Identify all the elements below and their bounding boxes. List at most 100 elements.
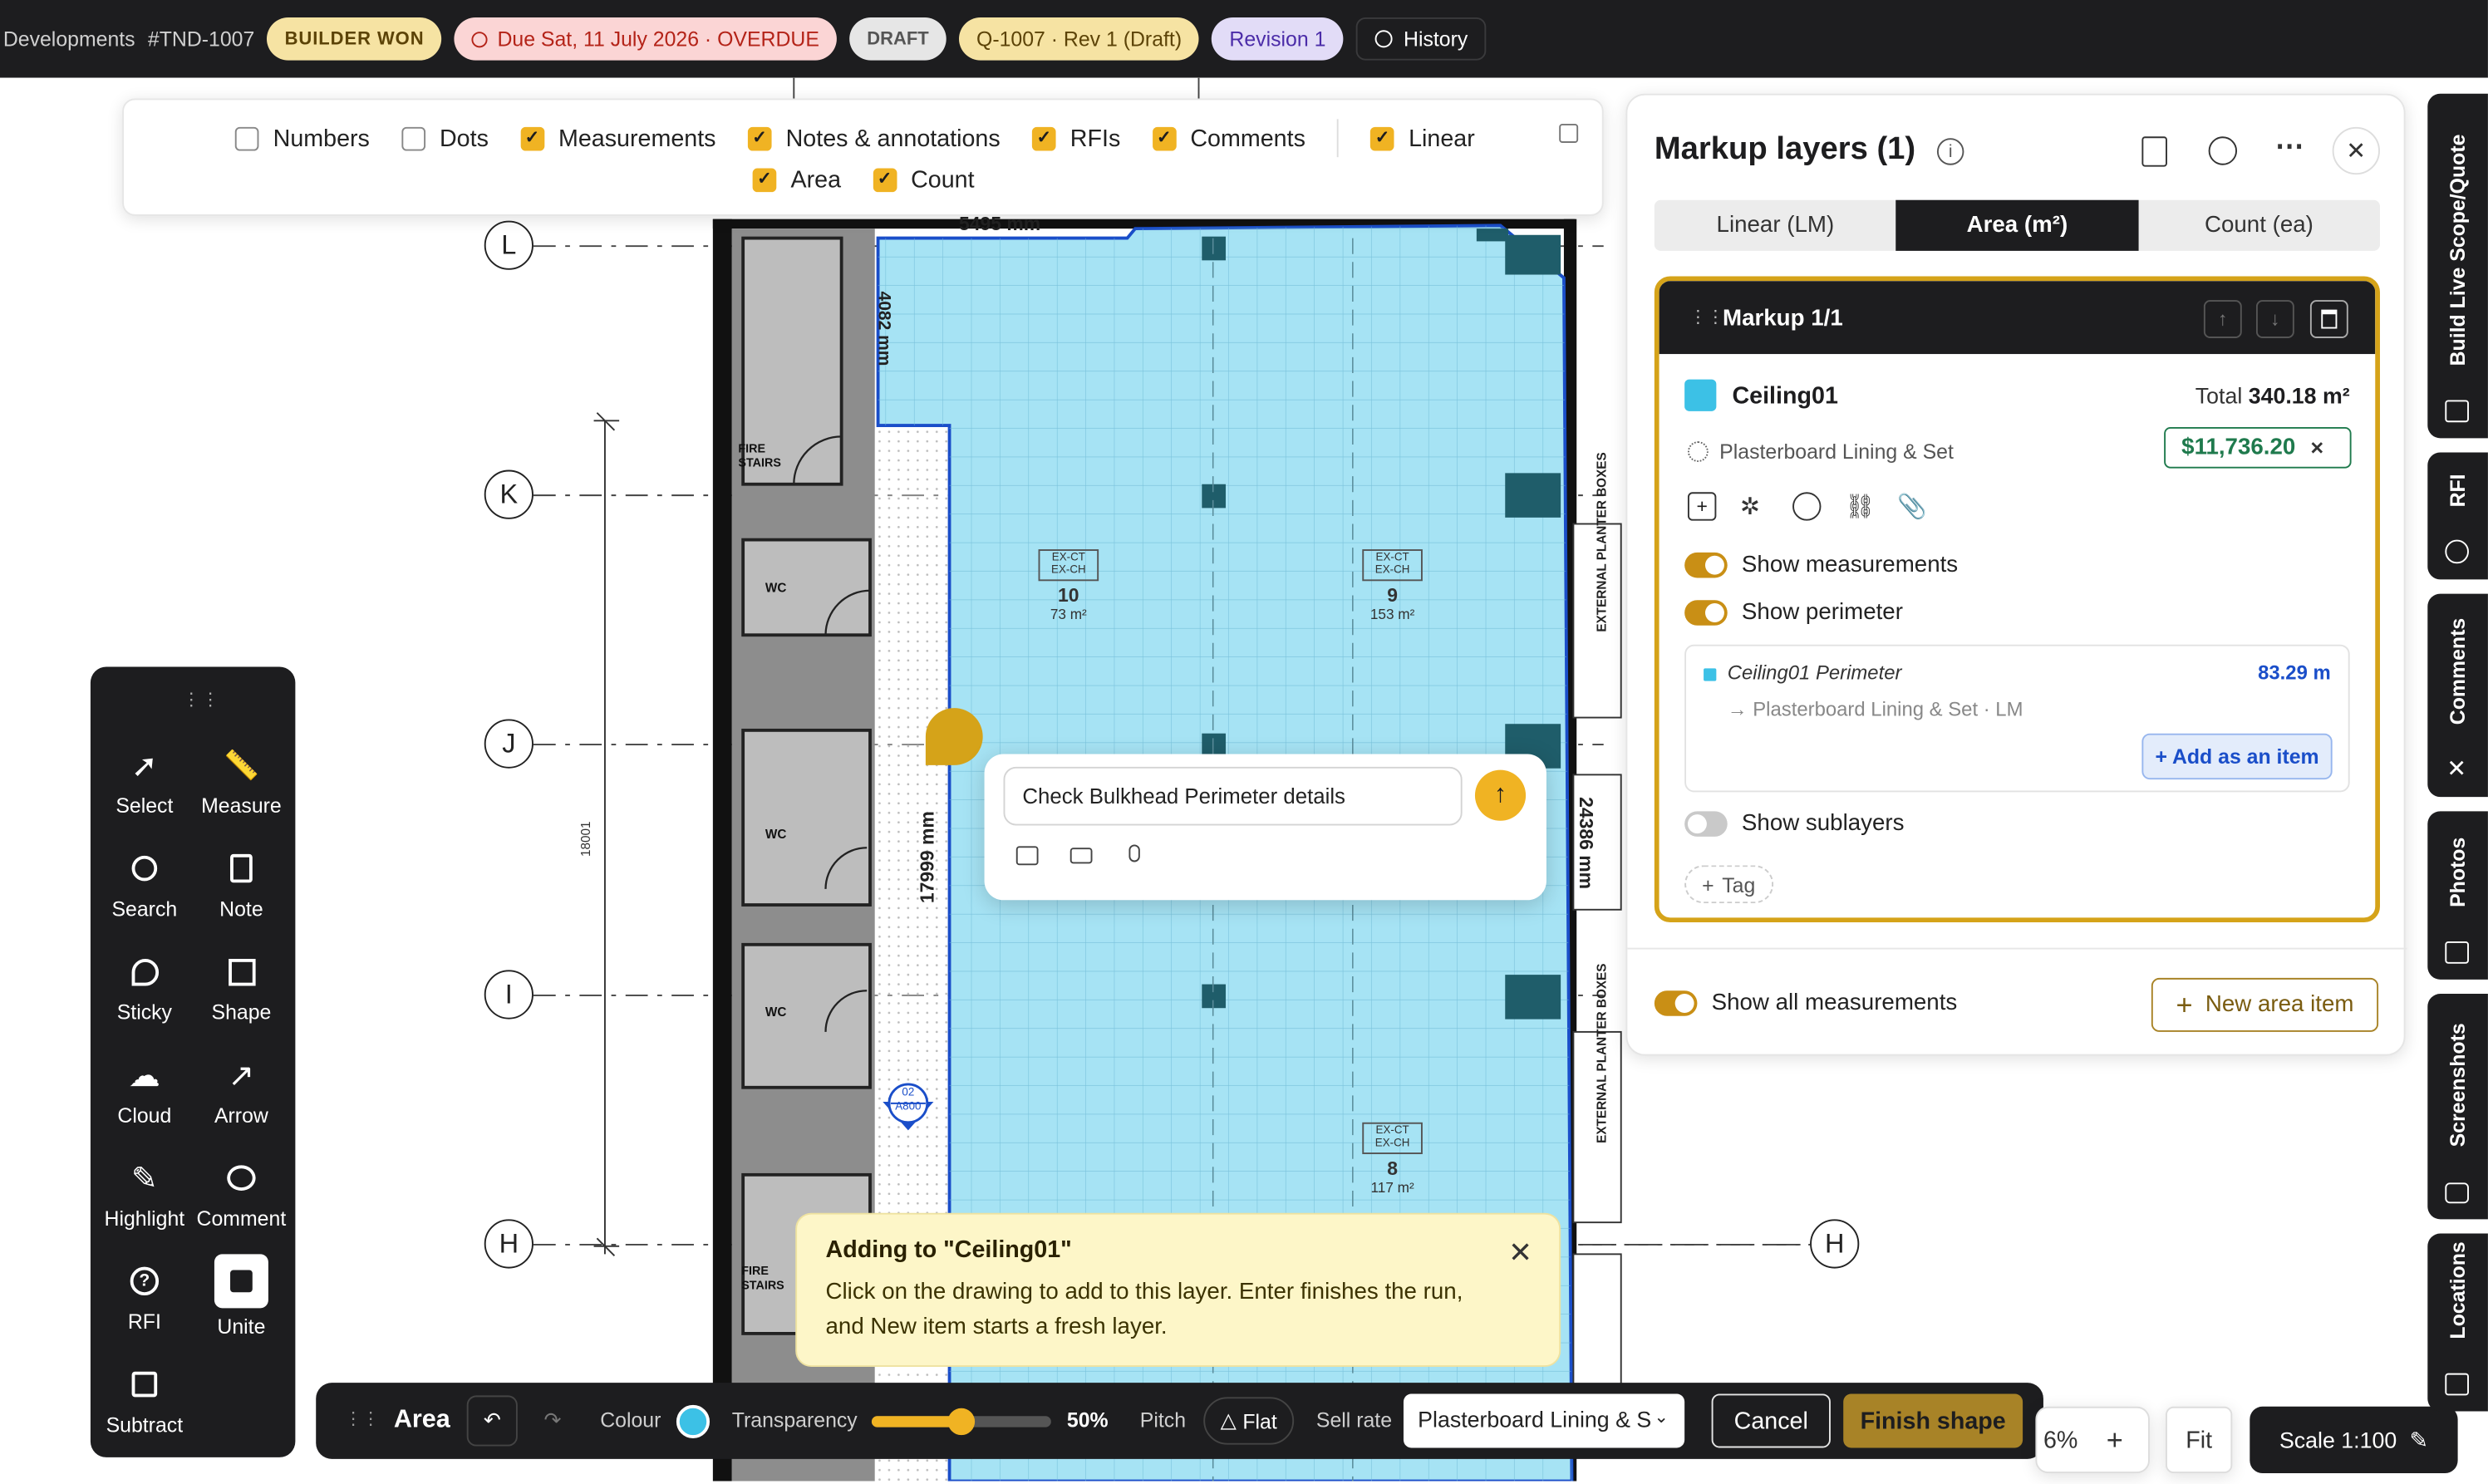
tool-unite[interactable]: Unite [194, 1254, 289, 1339]
markup-card-header: ⋮⋮ Markup 1/1 ↑ ↓ [1659, 281, 2376, 355]
revision-badge[interactable]: Revision 1 [1212, 17, 1344, 61]
scale-button[interactable]: Scale 1:100 ✎ [2250, 1406, 2458, 1474]
tool-note[interactable]: Note [194, 846, 289, 921]
drag-handle-icon[interactable]: ⋮⋮ [183, 689, 221, 710]
checkbox-checked[interactable]: ✓ [752, 168, 777, 193]
checkbox-checked[interactable]: ✓ [1152, 125, 1177, 150]
side-tab-comments[interactable]: Comments ✕ [2427, 593, 2488, 798]
export-icon[interactable] [2141, 136, 2167, 167]
tool-sticky[interactable]: Sticky [97, 950, 193, 1024]
zoom-in-button[interactable]: + [2107, 1423, 2123, 1457]
breadcrumb[interactable]: Developments [3, 27, 135, 51]
tool-subtract[interactable]: Subtract [97, 1362, 193, 1437]
close-panel-button[interactable]: ✕ [2332, 126, 2380, 175]
comment-pin[interactable] [925, 708, 983, 765]
checkbox-checked[interactable]: ✓ [1031, 125, 1056, 150]
microphone-icon[interactable] [1128, 844, 1140, 862]
history-icon[interactable] [2208, 136, 2238, 165]
tab-area[interactable]: Area (m²) [1896, 199, 2138, 251]
layer-color-swatch[interactable] [1684, 379, 1717, 411]
finish-shape-button[interactable]: Finish shape [1843, 1393, 2023, 1448]
tag-button[interactable]: + Tag [1684, 865, 1773, 904]
tool-highlight[interactable]: ✎ Highlight [97, 1156, 193, 1231]
toggle-switch[interactable] [1654, 990, 1698, 1016]
tool-select[interactable]: ➚ Select [97, 743, 193, 818]
toggle-switch[interactable] [1684, 552, 1728, 578]
side-tab-photos[interactable]: Photos [2427, 811, 2488, 980]
close-icon[interactable]: ✕ [2310, 437, 2325, 458]
fit-button[interactable]: Fit [2166, 1406, 2233, 1474]
more-icon[interactable]: ⋯ [2275, 130, 2304, 164]
toggle-dots[interactable]: Dots [401, 125, 489, 151]
slider-handle[interactable] [947, 1408, 976, 1436]
move-up-button[interactable]: ↑ [2203, 300, 2242, 338]
link-icon[interactable]: ⛓ [1845, 492, 1875, 520]
toggle-rfis[interactable]: ✓ RFIs [1031, 125, 1120, 151]
undo-button[interactable]: ↶ [466, 1395, 518, 1447]
checkbox-checked[interactable]: ✓ [1370, 125, 1394, 150]
delete-button[interactable] [2309, 300, 2348, 338]
redo-icon: ↷ [543, 1408, 562, 1432]
show-perimeter-toggle[interactable]: Show perimeter [1684, 600, 1903, 626]
tab-count[interactable]: Count (ea) [2138, 200, 2380, 251]
send-button[interactable]: ↑ [1474, 769, 1527, 821]
drag-handle-icon[interactable]: ⋮⋮ [345, 1408, 380, 1429]
video-icon[interactable] [1069, 848, 1093, 864]
dim-mid-label: 17999 mm [916, 811, 939, 904]
history-button[interactable]: History [1355, 17, 1487, 61]
transparency-slider[interactable] [871, 1408, 1051, 1436]
close-icon[interactable]: ✕ [1508, 1236, 1532, 1270]
move-down-button[interactable]: ↓ [2255, 300, 2294, 338]
toggle-linear[interactable]: ✓ Linear [1370, 125, 1475, 151]
quote-badge[interactable]: Q-1007 · Rev 1 (Draft) [959, 17, 1200, 61]
target-icon[interactable] [1792, 492, 1822, 521]
add-box-icon[interactable]: + [1687, 492, 1717, 521]
toggle-comments[interactable]: ✓ Comments [1152, 125, 1305, 151]
show-all-measurements-toggle[interactable]: Show all measurements [1654, 990, 1957, 1016]
tab-linear[interactable]: Linear (LM) [1655, 200, 1896, 251]
toggle-count[interactable]: ✓ Count [873, 167, 975, 194]
toggle-switch[interactable] [1684, 811, 1728, 837]
image-icon[interactable] [1015, 846, 1039, 866]
show-sublayers-toggle[interactable]: Show sublayers [1684, 811, 1904, 837]
comment-popup: Check Bulkhead Perimeter details ↑ [984, 754, 1546, 901]
checkbox[interactable] [234, 125, 259, 150]
tool-shape[interactable]: Shape [194, 950, 289, 1024]
checkbox-checked[interactable]: ✓ [747, 125, 772, 150]
collapse-icon[interactable] [1559, 124, 1579, 143]
toggle-measurements[interactable]: ✓ Measurements [520, 125, 716, 151]
tool-cloud[interactable]: ☁ Cloud [97, 1053, 193, 1127]
new-area-item-button[interactable]: + New area item [2151, 977, 2379, 1032]
checkbox[interactable] [401, 125, 425, 150]
redo-button[interactable]: ↷ [527, 1395, 578, 1446]
side-tab-locations[interactable]: Locations [2427, 1233, 2488, 1412]
side-tab-rfi[interactable]: RFI [2427, 452, 2488, 580]
tool-rfi[interactable]: ? RFI [97, 1259, 193, 1334]
paperclip-icon[interactable]: 📎 [1897, 492, 1927, 520]
toggle-area[interactable]: ✓ Area [752, 167, 841, 194]
sell-rate-select[interactable]: Plasterboard Lining & S ⌄ [1403, 1393, 1685, 1448]
pitch-select[interactable]: △ Flat [1203, 1397, 1295, 1445]
comment-input[interactable]: Check Bulkhead Perimeter details [1003, 766, 1463, 826]
tool-arrow[interactable]: ↗ Arrow [194, 1053, 289, 1127]
toggle-notes[interactable]: ✓ Notes & annotations [747, 125, 1001, 151]
fire-stairs-label-2: FIRE STAIRS [741, 1263, 784, 1293]
info-icon[interactable]: i [1936, 138, 1964, 165]
side-tab-build-quote[interactable]: Build Live Scope/Quote [2427, 93, 2488, 439]
cancel-button[interactable]: Cancel [1711, 1393, 1831, 1448]
layer-name[interactable]: Ceiling01 [1732, 382, 1837, 409]
tool-search[interactable]: Search [97, 846, 193, 921]
hide-icon[interactable]: ✲ [1740, 492, 1768, 520]
toggle-numbers[interactable]: Numbers [234, 125, 370, 151]
show-measurements-toggle[interactable]: Show measurements [1684, 552, 1958, 578]
tool-measure[interactable]: 📏 Measure [194, 743, 289, 818]
colour-swatch[interactable] [676, 1404, 711, 1439]
tool-comment[interactable]: Comment [194, 1156, 289, 1231]
checkbox-checked[interactable]: ✓ [873, 168, 897, 193]
checkbox-checked[interactable]: ✓ [520, 125, 544, 150]
price-badge[interactable]: $11,736.20 ✕ [2164, 426, 2352, 469]
toggle-switch[interactable] [1684, 600, 1728, 626]
add-as-item-button[interactable]: + Add as an item [2141, 733, 2333, 780]
side-tab-screenshots[interactable]: Screenshots [2427, 994, 2488, 1220]
drag-handle-icon[interactable]: ⋮⋮ [1689, 307, 1724, 327]
